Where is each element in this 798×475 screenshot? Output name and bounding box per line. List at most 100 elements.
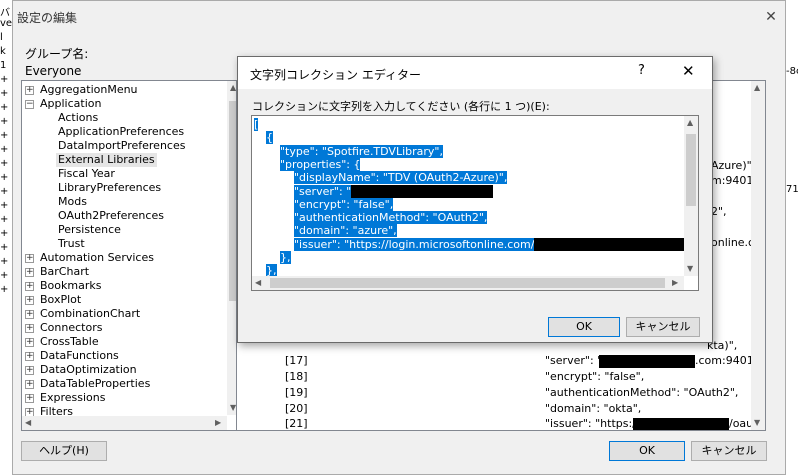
background-text-fragment: + (0, 228, 9, 239)
tree-expander-icon[interactable]: + (25, 310, 34, 319)
tree-node[interactable]: CrossTable (38, 335, 101, 349)
tree-expander-icon[interactable]: + (25, 86, 34, 95)
close-icon[interactable]: ✕ (682, 62, 695, 80)
scroll-up-icon[interactable]: ▲ (754, 83, 760, 92)
tree-node[interactable]: OAuth2Preferences (56, 209, 166, 223)
help-icon[interactable]: ? (638, 63, 645, 78)
tree-expander-icon[interactable]: + (25, 338, 34, 347)
tree-node[interactable]: LibraryPreferences (56, 181, 163, 195)
tree-node[interactable]: DataTableProperties (38, 377, 152, 391)
help-button[interactable]: ヘルプ(H) (21, 441, 107, 461)
property-value-fragment: 2", (711, 205, 727, 218)
editor-line-text: "displayName": "TDV (OAuth2-Azure)", (294, 171, 508, 185)
tree-node[interactable]: ApplicationPreferences (56, 125, 186, 139)
editor-line: { (266, 131, 273, 145)
editor-line: "server": " (294, 184, 494, 198)
tree-horizontal-scrollbar[interactable]: ◀ ▶ (22, 416, 227, 430)
editor-line-text: [ (254, 118, 259, 131)
scroll-right-icon[interactable]: ▶ (672, 278, 678, 287)
scroll-left-icon[interactable]: ◀ (255, 278, 261, 287)
editor-line-text: { (266, 131, 273, 145)
background-text-fragment: 71e8 (786, 184, 798, 195)
scroll-down-icon[interactable]: ▼ (754, 418, 760, 427)
redacted-block (599, 355, 695, 368)
scroll-up-icon[interactable]: ▲ (687, 118, 693, 127)
tree-node[interactable]: AggregationMenu (38, 83, 140, 97)
tree-node[interactable]: External Libraries (56, 153, 157, 167)
editor-hscroll-thumb[interactable] (270, 278, 665, 288)
tree-node[interactable]: BoxPlot (38, 293, 83, 307)
tree-node[interactable]: Expressions (38, 391, 107, 405)
tree-expander-icon[interactable]: + (25, 296, 34, 305)
string-editor-textarea[interactable]: [{"type": "Spotfire.TDVLibrary", "propert… (251, 115, 699, 291)
redacted-block (534, 237, 685, 251)
close-icon[interactable]: ✕ (761, 7, 781, 27)
editor-scroll-thumb[interactable] (686, 134, 696, 206)
tree-node[interactable]: Fiscal Year (56, 167, 117, 181)
property-value-fragment: Azure)", (711, 159, 756, 172)
tree-node[interactable]: DataImportPreferences (56, 139, 187, 153)
dialog-ok-button[interactable]: OK (548, 317, 620, 337)
background-text-fragment: + (0, 270, 9, 281)
settings-tree[interactable]: + AggregationMenu − Application Actions Appli… (21, 80, 242, 431)
property-index: [18] (285, 370, 308, 383)
background-text-fragment: + (0, 186, 9, 197)
property-value: "encrypt": "false", (545, 370, 645, 383)
property-value: "issuer": "https:// (545, 417, 640, 430)
tree-expander-icon[interactable]: + (25, 380, 34, 389)
tree-expander-icon[interactable]: + (25, 268, 34, 277)
property-index: [21] (285, 417, 308, 430)
editor-line: "type": "Spotfire.TDVLibrary", (280, 144, 443, 158)
dialog-title: 文字列コレクション エディター (250, 68, 421, 82)
editor-line-text: "domain": "azure", (294, 224, 397, 238)
property-value: "server": " (545, 354, 603, 367)
dialog-cancel-button[interactable]: キャンセル (626, 317, 700, 337)
scroll-right-icon[interactable]: ▶ (215, 418, 221, 427)
background-text-fragment: 1 (0, 60, 7, 71)
editor-line: "domain": "azure", (294, 224, 397, 238)
tree-node[interactable]: Automation Services (38, 251, 156, 265)
tree-node[interactable]: Persistence (56, 223, 123, 237)
editor-line-text: "encrypt": "false", (294, 197, 394, 211)
editor-line-text: "server": " (294, 184, 352, 198)
background-text-fragment: + (0, 74, 9, 85)
property-value: "domain": "okta", (545, 402, 642, 415)
editor-line-text: "issuer": "https://login.microsoftonline… (294, 237, 535, 251)
scroll-down-icon[interactable]: ▼ (687, 264, 693, 273)
background-text-fragment: + (0, 158, 9, 169)
background-text-fragment: + (0, 284, 9, 295)
tree-expander-icon[interactable]: + (25, 366, 34, 375)
editor-line: [ (254, 118, 259, 131)
redacted-block (351, 184, 494, 198)
background-text-fragment: k (0, 46, 6, 57)
property-index: [17] (285, 354, 308, 367)
redacted-block (633, 418, 729, 430)
ok-button[interactable]: OK (609, 441, 685, 461)
background-text-fragment: + (0, 144, 9, 155)
cancel-button[interactable]: キャンセル (691, 441, 767, 461)
tree-expander-icon[interactable]: + (25, 282, 34, 291)
tree-expander-icon[interactable]: + (25, 352, 34, 361)
tree-node[interactable]: CombinationChart (38, 307, 142, 321)
tree-node[interactable]: Bookmarks (38, 279, 103, 293)
props-vertical-scrollbar[interactable]: ▲ ▼ (751, 81, 765, 430)
group-name-label: グループ名: (25, 47, 89, 61)
background-text-fragment: -8cb (786, 66, 798, 77)
tree-node[interactable]: Connectors (38, 321, 104, 335)
tree-node[interactable]: Mods (56, 195, 89, 209)
background-text-fragment: + (0, 116, 9, 127)
tree-node[interactable]: DataFunctions (38, 349, 121, 363)
property-index: [19] (285, 386, 308, 399)
tree-expander-icon[interactable]: + (25, 254, 34, 263)
tree-node[interactable]: DataOptimization (38, 363, 139, 377)
tree-node[interactable]: Trust (56, 237, 87, 251)
tree-expander-icon[interactable]: + (25, 394, 34, 403)
tree-node[interactable]: Actions (56, 111, 100, 125)
tree-node[interactable]: BarChart (38, 265, 91, 279)
tree-expander-icon[interactable]: + (25, 324, 34, 333)
background-text-fragment: バ (0, 8, 10, 19)
tree-node[interactable]: Application (38, 97, 103, 111)
tree-expander-icon[interactable]: − (25, 100, 34, 109)
editor-prompt: コレクションに文字列を入力してください (各行に 1 つ)(E): (252, 100, 550, 113)
scroll-left-icon[interactable]: ◀ (25, 418, 31, 427)
